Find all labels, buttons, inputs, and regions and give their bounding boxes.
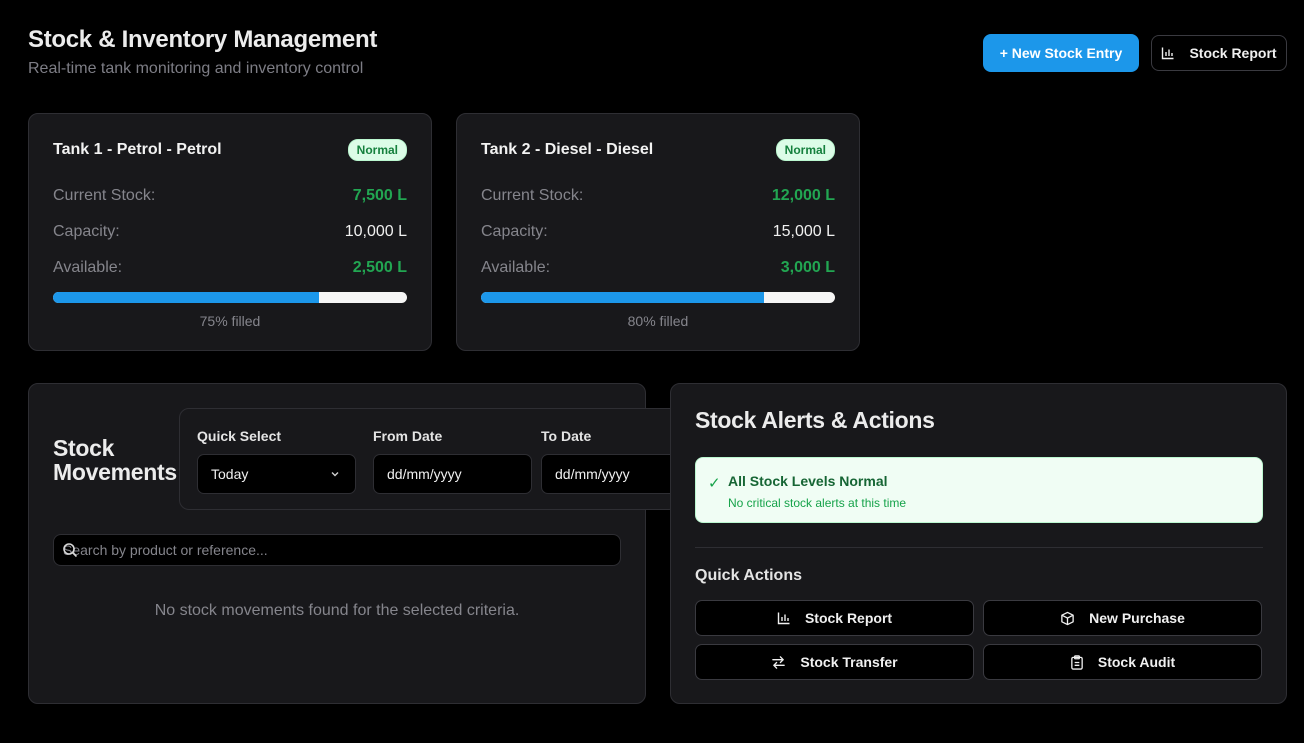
bar-chart-icon: [777, 611, 791, 625]
fill-progress: [481, 292, 765, 303]
quick-action-stock-transfer-button[interactable]: Stock Transfer: [695, 644, 974, 680]
search-input[interactable]: Search by product or reference...: [53, 534, 621, 566]
stock-report-button[interactable]: Stock Report: [1151, 35, 1287, 71]
action-label: New Purchase: [1089, 610, 1185, 626]
available-label: Available:: [53, 259, 123, 276]
capacity-value: 15,000 L: [772, 223, 835, 240]
action-label: Stock Audit: [1097, 654, 1176, 670]
current-stock-label: Current Stock:: [481, 187, 584, 204]
capacity-label: Capacity:: [481, 223, 548, 240]
quick-actions-title: Quick Actions: [695, 567, 802, 584]
date-filter-panel: Quick Select Today From Date dd/mm/yyyy …: [179, 408, 679, 510]
search-placeholder: Search by product or reference...: [63, 542, 268, 558]
alert-subtitle: No critical stock alerts at this time: [728, 496, 907, 510]
tank-card: Tank 2 - Diesel - Diesel Normal Current …: [456, 113, 860, 351]
quick-select-dropdown[interactable]: Today: [197, 454, 356, 494]
transfer-arrows-icon: [771, 655, 786, 670]
to-date-input[interactable]: dd/mm/yyyy: [541, 454, 678, 494]
status-badge: Normal: [775, 139, 835, 161]
clipboard-icon: [1070, 654, 1084, 670]
status-badge: Normal: [347, 139, 407, 161]
available-label: Available:: [481, 259, 551, 276]
stock-report-label: Stock Report: [1189, 45, 1277, 61]
empty-state-text: No stock movements found for the selecte…: [154, 602, 520, 619]
quick-action-stock-audit-button[interactable]: Stock Audit: [983, 644, 1262, 680]
tank-name: Tank 1 - Petrol - Petrol: [53, 141, 222, 158]
alert-title: All Stock Levels Normal: [728, 473, 888, 489]
available-value: 3,000 L: [780, 259, 835, 276]
current-stock-value: 12,000 L: [771, 187, 835, 204]
action-label: Stock Report: [804, 610, 893, 626]
to-date-label: To Date: [541, 428, 592, 444]
from-date-placeholder: dd/mm/yyyy: [387, 466, 462, 482]
available-value: 2,500 L: [352, 259, 407, 276]
from-date-input[interactable]: dd/mm/yyyy: [373, 454, 532, 494]
checkmark-icon: ✓: [708, 475, 721, 492]
quick-action-stock-report-button[interactable]: Stock Report: [695, 600, 974, 636]
tank-card: Tank 1 - Petrol - Petrol Normal Current …: [28, 113, 432, 351]
search-icon: [62, 542, 78, 558]
page-subtitle: Real-time tank monitoring and inventory …: [28, 60, 364, 77]
fill-progress-bar: [53, 292, 407, 303]
title-line: Stock: [53, 435, 115, 461]
stock-alerts-title: Stock Alerts & Actions: [695, 407, 935, 433]
fill-progress-bar: [481, 292, 835, 303]
fill-label: 80% filled: [627, 313, 689, 329]
capacity-label: Capacity:: [53, 223, 120, 240]
stock-movements-title: Stock Movements: [53, 436, 177, 484]
quick-select-label: Quick Select: [197, 428, 282, 444]
capacity-value: 10,000 L: [344, 223, 407, 240]
page-title: Stock & Inventory Management: [28, 26, 378, 53]
chevron-down-icon: [329, 468, 341, 480]
quick-select-value: Today: [211, 466, 249, 482]
to-date-placeholder: dd/mm/yyyy: [555, 466, 630, 482]
current-stock-label: Current Stock:: [53, 187, 156, 204]
stock-alerts-card: Stock Alerts & Actions ✓ All Stock Level…: [670, 383, 1287, 704]
action-label: Stock Transfer: [800, 654, 898, 670]
quick-action-new-purchase-button[interactable]: New Purchase: [983, 600, 1262, 636]
new-stock-entry-button[interactable]: + New Stock Entry: [983, 34, 1139, 72]
bar-chart-icon: [1161, 46, 1175, 60]
stock-ok-alert: ✓ All Stock Levels Normal No critical st…: [695, 457, 1263, 523]
fill-progress: [53, 292, 319, 303]
current-stock-value: 7,500 L: [352, 187, 407, 204]
divider: [695, 547, 1263, 548]
package-icon: [1060, 611, 1075, 626]
title-line: Movements: [53, 459, 177, 485]
fill-label: 75% filled: [199, 313, 261, 329]
tank-name: Tank 2 - Diesel - Diesel: [481, 141, 654, 158]
from-date-label: From Date: [373, 428, 443, 444]
